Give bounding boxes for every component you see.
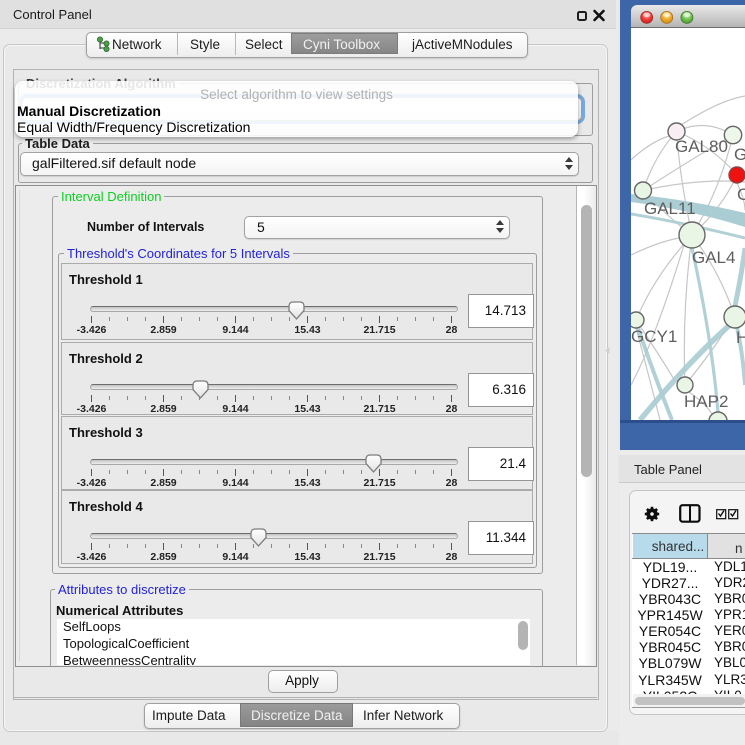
svg-text:C: C bbox=[737, 185, 745, 204]
svg-text:GCY1: GCY1 bbox=[631, 327, 677, 346]
svg-text:GA: GA bbox=[734, 145, 745, 164]
svg-text:H: H bbox=[736, 328, 745, 347]
svg-text:HAP2: HAP2 bbox=[684, 392, 728, 411]
svg-text:GAL11: GAL11 bbox=[644, 199, 696, 218]
svg-text:GAL80: GAL80 bbox=[675, 137, 728, 156]
svg-text:GAL4: GAL4 bbox=[692, 248, 735, 267]
